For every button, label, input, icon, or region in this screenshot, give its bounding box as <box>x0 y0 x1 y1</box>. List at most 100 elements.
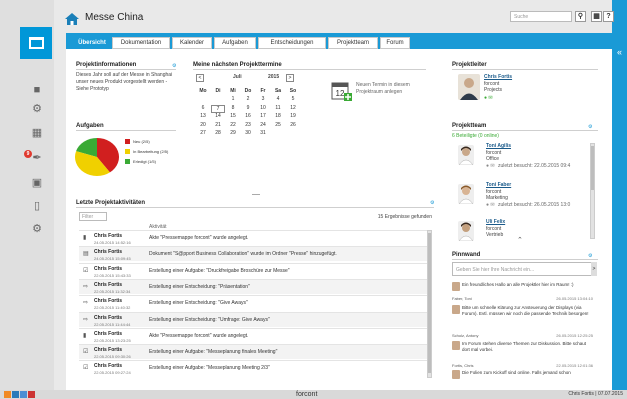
calendar-day[interactable]: 26 <box>286 122 300 128</box>
tab-entscheidungen[interactable]: Entscheidungen <box>258 37 326 49</box>
calendar-day[interactable]: 13 <box>196 113 210 119</box>
flag-icon[interactable] <box>28 391 35 398</box>
calendar-day[interactable]: 2 <box>241 96 255 102</box>
pinnwand-message[interactable]: Die Folien zum Kickoff sind online. Fall… <box>452 370 595 386</box>
calendar-day[interactable]: 12 <box>286 105 300 111</box>
avatar[interactable] <box>458 145 474 165</box>
activities-filter-input[interactable]: Filter <box>79 212 107 221</box>
table-row[interactable]: ⇨ Chris Fortis 22.05.2015 11:40:32 Erstellu… <box>79 295 427 310</box>
calendar-prev-button[interactable]: < <box>196 74 204 82</box>
table-row[interactable]: ☑ Chris Fortis 22.05.2015 09:27:24 Erstellu… <box>79 360 427 375</box>
table-row[interactable]: ⇨ Chris Fortis 22.05.2015 11:44:44 Erstellu… <box>79 311 427 327</box>
search-button[interactable]: ⚲ <box>575 11 586 22</box>
folder-icon <box>29 37 44 49</box>
team-scrollbar-thumb[interactable] <box>591 146 594 190</box>
activities-scrollbar-thumb[interactable] <box>428 233 431 373</box>
pinnwand-message[interactable]: Ein freundliches Hallo an alle Projektle… <box>452 282 595 304</box>
tab-forum[interactable]: Forum <box>380 37 410 49</box>
calendar-day[interactable]: 21 <box>211 122 225 128</box>
calendar-day[interactable]: 3 <box>256 96 270 102</box>
calendar-day[interactable]: 29 <box>226 130 240 136</box>
calendar-day[interactable]: 27 <box>196 130 210 136</box>
calendar-day[interactable]: 8 <box>226 105 240 111</box>
inbox-icon[interactable]: ▣ <box>30 177 44 190</box>
user-icon[interactable]: ■ <box>30 84 44 97</box>
table-row[interactable]: ▮ Chris Fortis 24.05.2015 14:52:16 Akte "Pr… <box>79 230 427 245</box>
table-row[interactable]: ⇨ Chris Fortis 22.05.2015 11:32:34 Erstellu… <box>79 278 427 294</box>
projektleiter-name[interactable]: Chris Fortis <box>484 74 512 80</box>
scroll-up-icon[interactable]: ⌃ <box>517 237 523 244</box>
pinnwand-message-input[interactable]: Geben Sie hier Ihre Nachricht ein... <box>452 262 597 276</box>
avatar[interactable] <box>458 74 480 100</box>
new-appointment-icon[interactable]: 12 <box>331 81 353 102</box>
calendar-day[interactable]: 28 <box>211 130 225 136</box>
contact-icons[interactable]: ● ✉ <box>486 163 495 170</box>
team-scrollbar[interactable] <box>590 143 595 239</box>
pen-icon[interactable]: ✒ <box>30 152 44 165</box>
social-icon[interactable] <box>12 391 19 398</box>
calendar-day[interactable]: 31 <box>256 130 270 136</box>
member-name[interactable]: Toni Faber <box>486 182 511 188</box>
activity-user: Chris Fortis <box>94 314 123 321</box>
collapse-icon[interactable]: « <box>614 47 625 57</box>
calendar-day[interactable]: 15 <box>226 113 240 119</box>
projektteam-heading: Projektteam <box>452 123 487 129</box>
contact-card-icon[interactable]: ▯ <box>30 200 44 213</box>
calendar-day[interactable]: 14 <box>211 113 225 119</box>
calendar-day[interactable]: 17 <box>256 113 270 119</box>
calendar-day[interactable]: 6 <box>196 105 210 111</box>
user-status-icon[interactable]: ● ✉ <box>484 95 493 102</box>
calendar-day[interactable]: 16 <box>241 113 255 119</box>
new-appointment-link[interactable]: Neuen Termin in diesem Projektraum anleg… <box>356 82 422 96</box>
avatar[interactable] <box>458 221 474 241</box>
member-last-visit: zuletzt besucht: 22.05.2015 09:4 <box>498 163 571 169</box>
activities-scrollbar[interactable] <box>427 230 432 378</box>
twitter-icon[interactable] <box>20 391 27 398</box>
resize-handle[interactable] <box>252 194 260 195</box>
activity-description: Erstellung einer Entscheidung: "Präsenta… <box>149 283 250 290</box>
calendar-day[interactable]: 19 <box>286 113 300 119</box>
tab-aufgaben[interactable]: Aufgaben <box>214 37 256 49</box>
calendar-day[interactable]: 9 <box>241 105 255 111</box>
table-row[interactable]: ▮ Chris Fortis 22.05.2015 13:23:25 Akte "Pr… <box>79 327 427 343</box>
calendar-next-button[interactable]: > <box>286 74 294 82</box>
calendar-day[interactable]: 22 <box>226 122 240 128</box>
avatar[interactable] <box>458 184 474 204</box>
calendar-day[interactable]: 18 <box>271 113 285 119</box>
calendar-day[interactable]: 20 <box>196 122 210 128</box>
calendar-day[interactable]: 11 <box>271 105 285 111</box>
tab-kalender[interactable]: Kalender <box>172 37 212 49</box>
library-icon[interactable]: ▦ <box>30 127 44 140</box>
calendar-day[interactable]: 10 <box>256 105 270 111</box>
table-row[interactable]: ▤ Chris Fortis 24.05.2015 15:09:45 Dokument… <box>79 246 427 262</box>
tab-projektteam[interactable]: Projektteam <box>328 37 378 49</box>
member-name[interactable]: Uli Felix <box>486 219 505 225</box>
tab-uebersicht[interactable]: Übersicht <box>72 37 112 49</box>
pinnwand-message[interactable]: Bitte um schnelle Klärung zur Ansteuerun… <box>452 305 595 341</box>
settings-gear-icon[interactable]: ⚙ <box>30 223 44 236</box>
activities-settings-icon[interactable]: ⚙ <box>430 200 434 206</box>
calendar-day[interactable]: 25 <box>271 122 285 128</box>
calendar-day[interactable]: 5 <box>286 96 300 102</box>
calendar-day[interactable]: 24 <box>256 122 270 128</box>
member-name[interactable]: Toni Agilis <box>486 143 511 149</box>
contact-icons[interactable]: ● ✉ <box>486 202 495 209</box>
table-row[interactable]: ☑ Chris Fortis 22.05.2015 15:43:33 Erstellu… <box>79 262 427 278</box>
team-icon[interactable]: ⚙ <box>30 103 44 116</box>
home-icon[interactable] <box>64 12 80 26</box>
calendar-day[interactable]: 7 <box>211 104 225 113</box>
calendar-weekday: Mo <box>199 88 207 94</box>
projects-app-tile[interactable] <box>20 27 52 59</box>
calendar-day[interactable]: 1 <box>226 96 240 102</box>
table-row[interactable]: ☑ Chris Fortis 22.05.2015 09:30:26 Erstellu… <box>79 344 427 360</box>
search-input[interactable]: Suche <box>510 11 572 22</box>
calendar-day[interactable]: 4 <box>271 96 285 102</box>
tab-dokumentation[interactable]: Dokumentation <box>112 37 170 49</box>
rss-icon[interactable] <box>4 391 11 398</box>
pinnwand-send-button[interactable]: > <box>591 262 597 276</box>
help-button[interactable]: ? <box>603 11 614 22</box>
calendar-day[interactable]: 23 <box>241 122 255 128</box>
calendar-day[interactable]: 30 <box>241 130 255 136</box>
view-toggle-button[interactable]: ▦ <box>591 11 602 22</box>
pinnwand-message[interactable]: Im Forum stehen diverse Themen zur Disku… <box>452 341 595 371</box>
